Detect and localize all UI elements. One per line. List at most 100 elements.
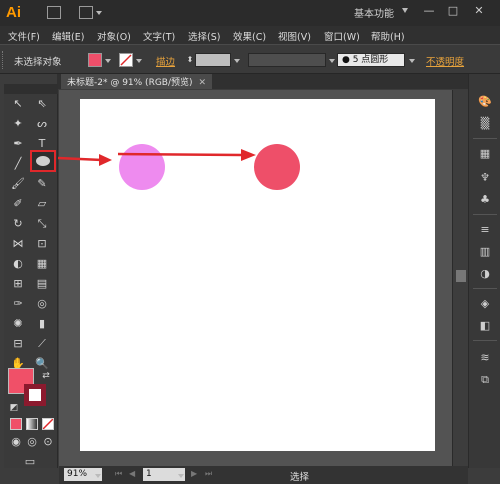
pen-tool-icon[interactable]: ✒ [10,136,26,152]
panel-separator [473,340,497,341]
draw-behind-icon[interactable]: ◎ [24,434,40,450]
none-mode-icon[interactable] [42,418,54,430]
menu-help[interactable]: 帮助(H) [371,29,405,43]
close-button[interactable]: ✕ [468,2,490,20]
free-transform-tool-icon[interactable]: ⊡ [34,236,50,252]
panel-separator [473,214,497,215]
brush-definition-field[interactable]: ● 5 点圆形 [337,53,405,67]
zoom-dropdown-icon[interactable] [95,474,101,478]
direct-selection-tool-icon[interactable]: ⇖ [34,96,50,112]
opacity-link[interactable]: 不透明度 [426,54,464,68]
stroke-weight-dropdown-icon[interactable] [234,59,240,63]
fill-swatch[interactable] [88,53,102,67]
vertical-scrollbar[interactable] [452,90,468,466]
none-slash-icon [42,418,54,430]
menu-edit[interactable]: 编辑(E) [52,29,84,43]
restore-button[interactable]: □ [442,2,464,20]
ellipse-tool-button[interactable] [30,150,56,172]
menu-window[interactable]: 窗口(W) [324,29,360,43]
menu-select[interactable]: 选择(S) [188,29,220,43]
rotate-tool-icon[interactable]: ↻ [10,216,26,232]
layers-panel-icon[interactable]: ≋ [477,350,493,366]
appearance-panel-icon[interactable]: ◈ [477,296,493,312]
draw-normal-icon[interactable]: ◉ [8,434,24,450]
title-bar: Ai 基本功能 — □ ✕ [0,0,500,26]
swatches-panel-icon[interactable]: ▦ [477,146,493,162]
illustrator-logo: Ai [6,4,21,21]
document-tab[interactable]: 未标题-2* @ 91% (RGB/预览) ✕ [61,74,213,89]
menu-object[interactable]: 对象(O) [97,29,131,43]
last-artboard-icon[interactable]: ⏭ [205,469,212,479]
perspective-grid-tool-icon[interactable]: ▦ [34,256,50,272]
panel-separator [473,138,497,139]
panel-separator [473,288,497,289]
menu-view[interactable]: 视图(V) [278,29,311,43]
scrollbar-thumb[interactable] [456,270,466,282]
slice-tool-icon[interactable]: ⟋ [34,336,50,352]
artboard-tool-icon[interactable]: ⊟ [10,336,26,352]
close-tab-icon[interactable]: ✕ [199,78,207,88]
gradient-panel-icon[interactable]: ▥ [477,244,493,260]
brush-dropdown-icon[interactable] [409,59,415,63]
screen-mode-icon[interactable]: ▭ [22,454,38,470]
width-tool-icon[interactable]: ⋈ [10,236,26,252]
workspace-switcher[interactable]: 基本功能 [354,5,394,20]
brushes-panel-icon[interactable]: ♆ [477,170,493,186]
graphic-styles-icon[interactable]: ◧ [477,318,493,334]
stroke-color-box[interactable] [24,384,46,406]
blob-brush-tool-icon[interactable]: ✐ [10,196,26,212]
symbol-sprayer-tool-icon[interactable]: ✺ [10,316,26,332]
toolbox-grip[interactable] [4,84,58,94]
stroke-weight-field[interactable] [195,53,231,67]
control-bar: 未选择对象 描边 ⬍ ● 5 点圆形 不透明度 [0,44,500,74]
gradient-mode-icon[interactable] [26,418,38,430]
draw-inside-icon[interactable]: ⊙ [40,434,56,450]
variable-width-profile[interactable] [248,53,326,67]
blend-tool-icon[interactable]: ◎ [34,296,50,312]
swap-colors-icon[interactable]: ⇄ [38,368,54,384]
color-guide-icon[interactable]: ▒ [477,116,493,132]
artboard[interactable] [80,99,435,451]
menu-type[interactable]: 文字(T) [143,29,175,43]
previous-artboard-icon[interactable]: ◀ [129,469,135,478]
stroke-link[interactable]: 描边 [156,54,175,68]
gradient-tool-icon[interactable]: ▤ [34,276,50,292]
paintbrush-tool-icon[interactable]: 🖌 [10,176,26,192]
selection-status: 未选择对象 [14,57,62,68]
bridge-icon[interactable] [47,6,61,19]
control-bar-grip[interactable] [2,51,4,69]
first-artboard-icon[interactable]: ⏮ [115,469,122,479]
arrange-documents-icon[interactable] [79,6,93,19]
stroke-panel-icon[interactable]: ≡ [477,222,493,238]
menu-effect[interactable]: 效果(C) [233,29,266,43]
workspace-dropdown-icon[interactable] [402,8,408,13]
stroke-swatch[interactable] [119,53,133,67]
line-tool-icon[interactable]: ╱ [10,156,26,172]
eraser-tool-icon[interactable]: ▱ [34,196,50,212]
eyedropper-tool-icon[interactable]: ✑ [10,296,26,312]
pencil-tool-icon[interactable]: ✎ [34,176,50,192]
symbols-panel-icon[interactable]: ♣ [477,192,493,208]
menu-file[interactable]: 文件(F) [8,29,40,43]
magic-wand-tool-icon[interactable]: ✦ [10,116,26,132]
mesh-tool-icon[interactable]: ⊞ [10,276,26,292]
fill-dropdown-icon[interactable] [105,59,111,63]
default-colors-icon[interactable]: ◩ [6,400,22,416]
next-artboard-icon[interactable]: ▶ [191,469,197,478]
column-graph-tool-icon[interactable]: ▮ [34,316,50,332]
arrange-dropdown-icon[interactable] [96,11,102,15]
stroke-dropdown-icon[interactable] [136,59,142,63]
artboards-panel-icon[interactable]: ⧉ [477,372,493,388]
profile-dropdown-icon[interactable] [329,59,335,63]
scale-tool-icon[interactable]: ⤡ [34,216,50,232]
color-panel-icon[interactable]: 🎨 [477,94,493,110]
document-tab-bar: 未标题-2* @ 91% (RGB/预览) ✕ [57,74,468,89]
lasso-tool-icon[interactable]: ᔕ [34,116,50,132]
shape-builder-tool-icon[interactable]: ◐ [10,256,26,272]
artboard-dropdown-icon[interactable] [178,474,184,478]
color-mode-icon[interactable] [10,418,22,430]
selection-tool-icon[interactable]: ↖ [10,96,26,112]
transparency-panel-icon[interactable]: ◑ [477,266,493,282]
document-tab-title: 未标题-2* @ 91% (RGB/预览) [67,78,193,88]
minimize-button[interactable]: — [418,2,440,20]
